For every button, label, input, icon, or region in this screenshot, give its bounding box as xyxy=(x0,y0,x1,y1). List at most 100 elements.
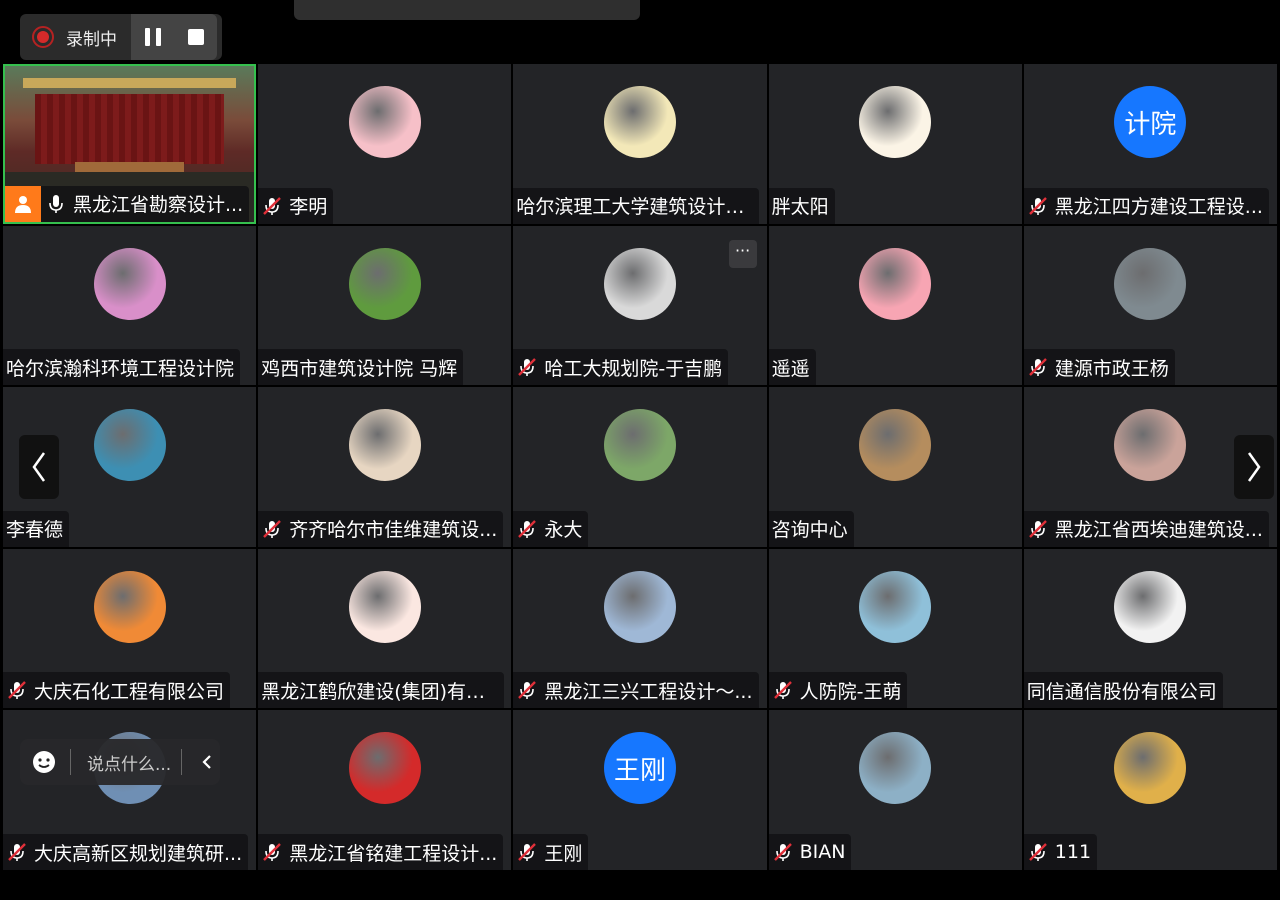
participant-tile[interactable]: 咨询中心 xyxy=(768,387,1022,547)
participant-name: 黑龙江省西埃迪建筑设... xyxy=(1054,519,1263,542)
participant-name: BIAN xyxy=(799,841,846,863)
sun-icon xyxy=(859,86,932,158)
participant-name: 同信通信股份有限公司 xyxy=(1026,680,1217,703)
participant-tile[interactable]: 黑龙江省铭建工程设计... xyxy=(258,710,512,870)
name-tag: 黑龙江三兴工程设计～... xyxy=(513,672,759,709)
flower-icon xyxy=(93,247,166,320)
family-icon xyxy=(1114,570,1187,643)
avatar: 王刚 xyxy=(603,732,676,805)
participant-name: 李春德 xyxy=(6,519,64,542)
more-options-button[interactable]: ··· xyxy=(728,239,757,268)
boy-icon xyxy=(348,570,421,643)
top-toolbar-strip[interactable] xyxy=(294,0,640,20)
name-tag: 鸡西市建筑设计院 马辉 xyxy=(258,349,464,386)
participant-tile[interactable]: 大庆高新区规划建筑研... xyxy=(3,710,257,870)
name-tag: 哈尔滨理工大学建筑设计研... xyxy=(513,187,760,224)
grass-icon xyxy=(348,247,421,320)
recording-label: 录制中 xyxy=(66,29,117,50)
pause-icon[interactable] xyxy=(145,28,161,46)
chevron-left-icon xyxy=(32,452,46,482)
mic-muted-icon xyxy=(516,841,538,863)
participant-tile[interactable]: 哈尔滨瀚科环境工程设计院 xyxy=(3,225,257,386)
mic-muted-icon xyxy=(261,195,283,217)
mic-muted-icon xyxy=(516,518,538,540)
name-tag: 大庆石化工程有限公司 xyxy=(3,672,231,709)
mic-muted-icon xyxy=(516,356,538,378)
next-page-button[interactable] xyxy=(1234,435,1274,499)
participant-name: 建源市政王杨 xyxy=(1054,357,1169,380)
chevron-right-icon xyxy=(1247,452,1261,482)
participant-tile[interactable]: 同信通信股份有限公司 xyxy=(1023,548,1277,709)
name-tag: 王刚 xyxy=(513,834,589,870)
participant-name: 胖太阳 xyxy=(771,196,829,219)
participant-tile[interactable]: 胖太阳 xyxy=(768,64,1022,224)
stop-icon[interactable] xyxy=(187,29,204,45)
mic-muted-icon xyxy=(1027,195,1049,217)
name-tag: 李明 xyxy=(258,187,334,224)
woman-icon xyxy=(1114,409,1187,482)
mic-icon xyxy=(45,193,67,215)
participant-tile[interactable]: 王刚 王刚 xyxy=(513,710,767,870)
name-tag: 咨询中心 xyxy=(768,510,854,547)
lake-icon xyxy=(859,732,932,805)
avatar: 计院 xyxy=(1114,86,1187,158)
participant-tile[interactable]: 遥遥 xyxy=(768,225,1022,386)
chat-input-pill[interactable]: 说点什么... xyxy=(20,739,220,785)
building-icon xyxy=(603,570,676,643)
name-tag: 遥遥 xyxy=(768,349,816,386)
participant-name: 李明 xyxy=(289,196,328,219)
mic-muted-icon xyxy=(6,841,28,863)
participant-name: 永大 xyxy=(544,519,583,542)
avatar-initials: 王刚 xyxy=(613,755,666,786)
pig-icon xyxy=(348,86,421,158)
participant-name: 齐齐哈尔市佳维建筑设... xyxy=(289,519,498,542)
participant-tile[interactable]: 哈尔滨理工大学建筑设计研... xyxy=(513,64,767,224)
participant-tile[interactable]: BIAN xyxy=(768,710,1022,870)
participant-name: 黑龙江省铭建工程设计... xyxy=(289,842,498,865)
name-tag: 哈工大规划院-于吉鹏 xyxy=(513,349,729,386)
name-tag: 黑龙江鹤欣建设(集团)有限... xyxy=(258,672,505,709)
participant-tile[interactable]: 建源市政王杨 xyxy=(1023,225,1277,386)
name-tag: 哈尔滨瀚科环境工程设计院 xyxy=(3,349,241,386)
recording-controls xyxy=(131,14,217,60)
recording-dot-icon xyxy=(32,26,54,48)
name-tag: 建源市政王杨 xyxy=(1023,349,1175,386)
meeting-stage: 录制中 黑龙江省勘察设计... 李明 哈尔滨理工大学建筑设计研... 胖太阳 计院黑龙江… xyxy=(0,0,1280,900)
participant-tile[interactable]: 人防院-王萌 xyxy=(768,548,1022,709)
emoji-icon[interactable] xyxy=(32,750,56,774)
chat-divider xyxy=(70,749,71,775)
name-tag: 黑龙江省铭建工程设计... xyxy=(258,834,504,870)
participant-name: 黑龙江省勘察设计... xyxy=(73,194,244,217)
photo-icon xyxy=(93,409,166,482)
participant-tile[interactable]: ··· 哈工大规划院-于吉鹏 xyxy=(513,225,767,386)
participant-tile[interactable]: 计院黑龙江四方建设工程设... xyxy=(1023,64,1277,224)
participant-tile[interactable]: 111 xyxy=(1023,710,1277,870)
participant-tile[interactable]: 黑龙江省勘察设计... xyxy=(3,64,257,224)
participant-tile[interactable]: 鸡西市建筑设计院 马辉 xyxy=(258,225,512,386)
participant-tile[interactable]: 黑龙江鹤欣建设(集团)有限... xyxy=(258,548,512,709)
field-icon xyxy=(859,409,932,482)
name-tag: 同信通信股份有限公司 xyxy=(1023,672,1223,709)
participant-tile[interactable]: 黑龙江三兴工程设计～... xyxy=(513,548,767,709)
pig-icon xyxy=(859,247,932,320)
mic-muted-icon xyxy=(516,679,538,701)
chat-placeholder[interactable]: 说点什么... xyxy=(87,750,171,775)
name-tag: 111 xyxy=(1023,834,1098,870)
mic-muted-icon xyxy=(1027,518,1049,540)
name-tag: 黑龙江四方建设工程设... xyxy=(1023,187,1269,224)
prev-page-button[interactable] xyxy=(19,435,59,499)
name-tag: 李春德 xyxy=(3,510,70,547)
participant-tile[interactable]: 大庆石化工程有限公司 xyxy=(3,548,257,709)
photo-icon xyxy=(1114,247,1187,320)
mic-muted-icon xyxy=(261,841,283,863)
name-tag: 黑龙江省西埃迪建筑设... xyxy=(1023,510,1269,547)
participant-name: 王刚 xyxy=(544,842,583,865)
girl-icon xyxy=(348,732,421,805)
participant-tile[interactable]: 永大 xyxy=(513,387,767,547)
recording-bar: 录制中 xyxy=(20,14,222,60)
participant-name: 遥遥 xyxy=(771,357,810,380)
participant-tile[interactable]: 齐齐哈尔市佳维建筑设... xyxy=(258,387,512,547)
participant-tile[interactable]: 李明 xyxy=(258,64,512,224)
avatar-initials: 计院 xyxy=(1124,109,1177,140)
collapse-chevron-icon[interactable] xyxy=(200,753,214,771)
